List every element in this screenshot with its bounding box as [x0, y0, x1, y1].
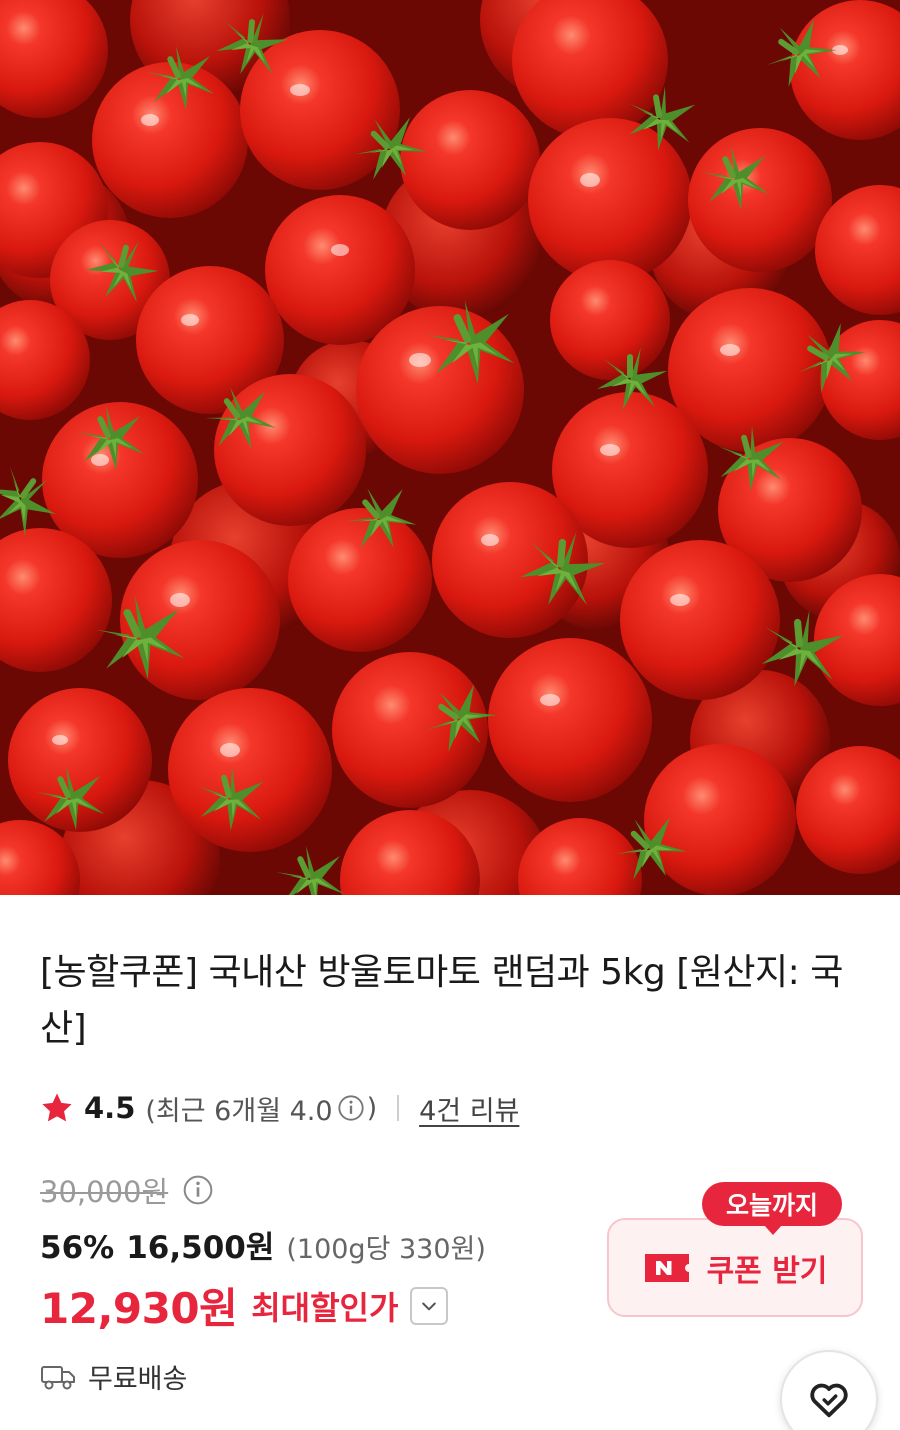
- max-discount-label: 최대할인가: [251, 1288, 399, 1327]
- shipping-label: 무료배송: [88, 1364, 188, 1395]
- shipping-row: 무료배송: [40, 1357, 187, 1396]
- max-discount-toggle[interactable]: [410, 1286, 449, 1325]
- unit-price: (100g당 330원): [286, 1234, 486, 1265]
- discount-rate: 56%: [40, 1230, 115, 1266]
- review-count-link[interactable]: 4건 리뷰: [419, 1089, 519, 1128]
- rating-score: 4.5: [84, 1091, 136, 1125]
- tomatoes-photo: [0, 0, 900, 895]
- n-ticket-icon: [644, 1253, 689, 1282]
- rating-recent-close: ): [366, 1092, 378, 1124]
- original-price-row: 30,000원: [40, 1169, 214, 1211]
- sale-price: 16,500원: [126, 1230, 275, 1266]
- wishlist-button[interactable]: [780, 1350, 878, 1430]
- original-price: 30,000원: [40, 1175, 169, 1209]
- rating-row: 4.5 (최근 6개월 4.0 ) 4건 리뷰: [40, 1089, 519, 1128]
- discount-row: 56% 16,500원 (100g당 330원): [40, 1222, 486, 1267]
- product-info: [농할쿠폰] 국내산 방울토마토 랜덤과 5kg [원산지: 국산] 4.5 (…: [0, 895, 900, 1430]
- heart-icon: [810, 1383, 848, 1418]
- coupon-deadline-badge: 오늘까지: [702, 1182, 842, 1235]
- rating-recent-text: (최근 6개월 4.0: [145, 1095, 333, 1127]
- max-discount-price: 12,930원: [40, 1284, 238, 1333]
- divider: [397, 1095, 400, 1121]
- star-icon: [42, 1093, 72, 1122]
- coupon-button-label: 쿠폰 받기: [706, 1253, 828, 1289]
- rating-recent: (최근 6개월 4.0 ): [145, 1089, 377, 1128]
- info-icon[interactable]: [337, 1094, 365, 1122]
- max-discount-row: 12,930원 최대할인가: [40, 1275, 449, 1336]
- product-title: [농할쿠폰] 국내산 방울토마토 랜덤과 5kg [원산지: 국산]: [40, 952, 843, 1049]
- product-image[interactable]: [0, 0, 900, 895]
- price-info-icon[interactable]: [182, 1174, 214, 1206]
- coupon-download-button[interactable]: 쿠폰 받기: [607, 1218, 863, 1317]
- chevron-down-icon: [422, 1302, 437, 1310]
- truck-icon: [41, 1365, 75, 1389]
